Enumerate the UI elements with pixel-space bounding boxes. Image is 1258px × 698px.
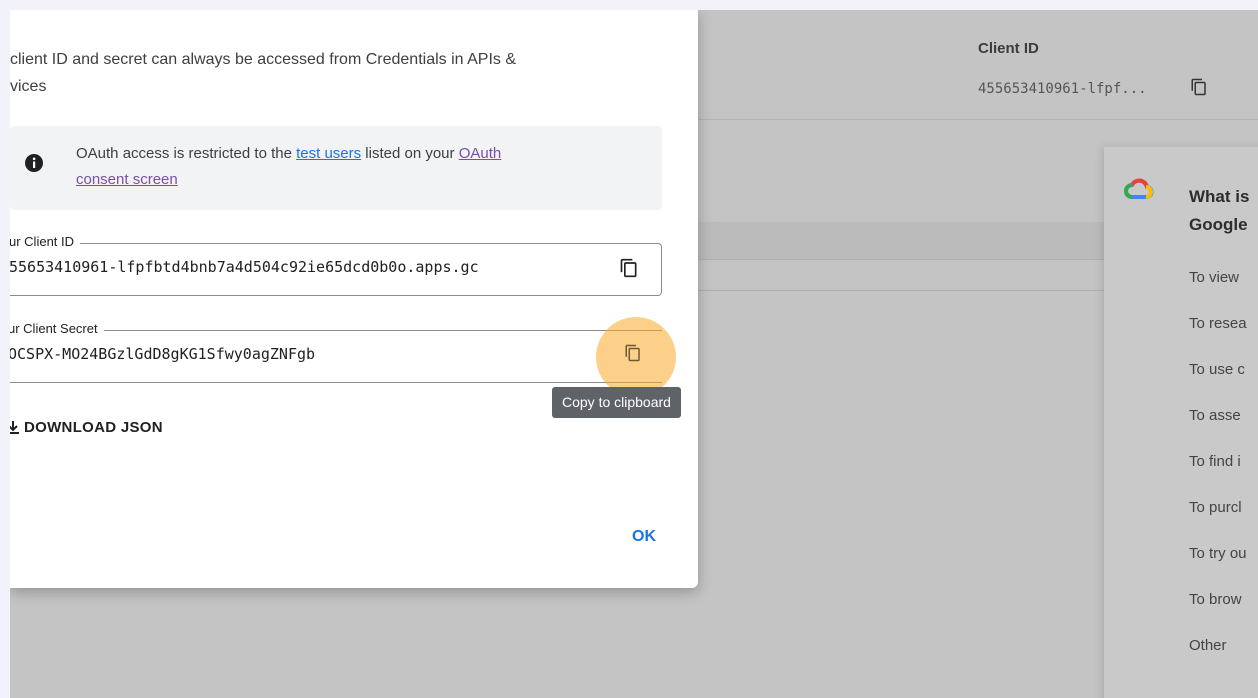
dialog-intro-text: client ID and secret can always be acces…: [10, 46, 650, 100]
client-secret-value[interactable]: OCSPX-MO24BGzlGdD8gKG1Sfwy0agZNFgb: [10, 345, 618, 363]
screenshot-frame: Client ID 455653410961-lfpf... What is G…: [10, 10, 1258, 698]
google-cloud-logo: [1124, 177, 1154, 206]
column-header-client-id: Client ID: [978, 40, 1039, 57]
copy-tooltip: Copy to clipboard: [552, 387, 681, 418]
intro-line-1: client ID and secret can always be acces…: [10, 51, 517, 68]
client-id-label: ur Client ID: [10, 234, 81, 249]
download-json-button[interactable]: DOWNLOAD JSON: [10, 419, 163, 436]
panel-option[interactable]: To purcl: [1189, 499, 1242, 516]
test-users-link[interactable]: test users: [296, 145, 361, 162]
panel-option[interactable]: To use c: [1189, 361, 1245, 378]
help-side-panel: What is Google To view To resea To use c…: [1104, 147, 1258, 698]
panel-option[interactable]: To try ou: [1189, 545, 1247, 562]
client-id-cell: 455653410961-lfpf...: [978, 81, 1147, 97]
copy-icon[interactable]: [624, 344, 642, 367]
panel-option[interactable]: To brow: [1189, 591, 1242, 608]
client-secret-label: ur Client Secret: [10, 321, 104, 336]
info-text-part: OAuth access is restricted to the: [76, 145, 297, 162]
info-icon: [24, 153, 44, 178]
panel-title: What is Google: [1189, 183, 1249, 239]
panel-option[interactable]: To find i: [1189, 453, 1241, 470]
info-text-part: listed on your: [361, 145, 459, 162]
credentials-table-header: Client ID 455653410961-lfpf...: [698, 32, 1258, 120]
panel-title-line1: What is: [1189, 187, 1250, 206]
info-notice: OAuth access is restricted to the test u…: [10, 126, 662, 210]
panel-option[interactable]: To resea: [1189, 315, 1247, 332]
panel-title-line2: Google: [1189, 215, 1248, 234]
client-id-value[interactable]: 55653410961-lfpfbtd4bnb7a4d504c92ie65dcd…: [10, 258, 619, 276]
download-json-label: DOWNLOAD JSON: [24, 419, 163, 436]
ok-button[interactable]: OK: [632, 528, 656, 546]
client-secret-field[interactable]: ur Client Secret OCSPX-MO24BGzlGdD8gKG1S…: [10, 321, 662, 383]
intro-line-2: vices: [10, 78, 47, 95]
client-id-field[interactable]: ur Client ID 55653410961-lfpfbtd4bnb7a4d…: [10, 234, 662, 296]
divider: [698, 290, 1128, 291]
copy-icon[interactable]: [1190, 78, 1208, 101]
panel-option[interactable]: To asse: [1189, 407, 1241, 424]
table-row-band: [698, 222, 1128, 260]
panel-option[interactable]: Other: [1189, 637, 1227, 654]
info-text: OAuth access is restricted to the test u…: [76, 141, 636, 193]
panel-option[interactable]: To view: [1189, 269, 1239, 286]
oauth-client-created-dialog: client ID and secret can always be acces…: [10, 10, 698, 588]
copy-icon[interactable]: [619, 258, 639, 283]
oauth-consent-link-part2[interactable]: consent screen: [76, 171, 178, 188]
download-icon: [10, 421, 19, 434]
oauth-consent-link-part1[interactable]: OAuth: [459, 145, 502, 162]
